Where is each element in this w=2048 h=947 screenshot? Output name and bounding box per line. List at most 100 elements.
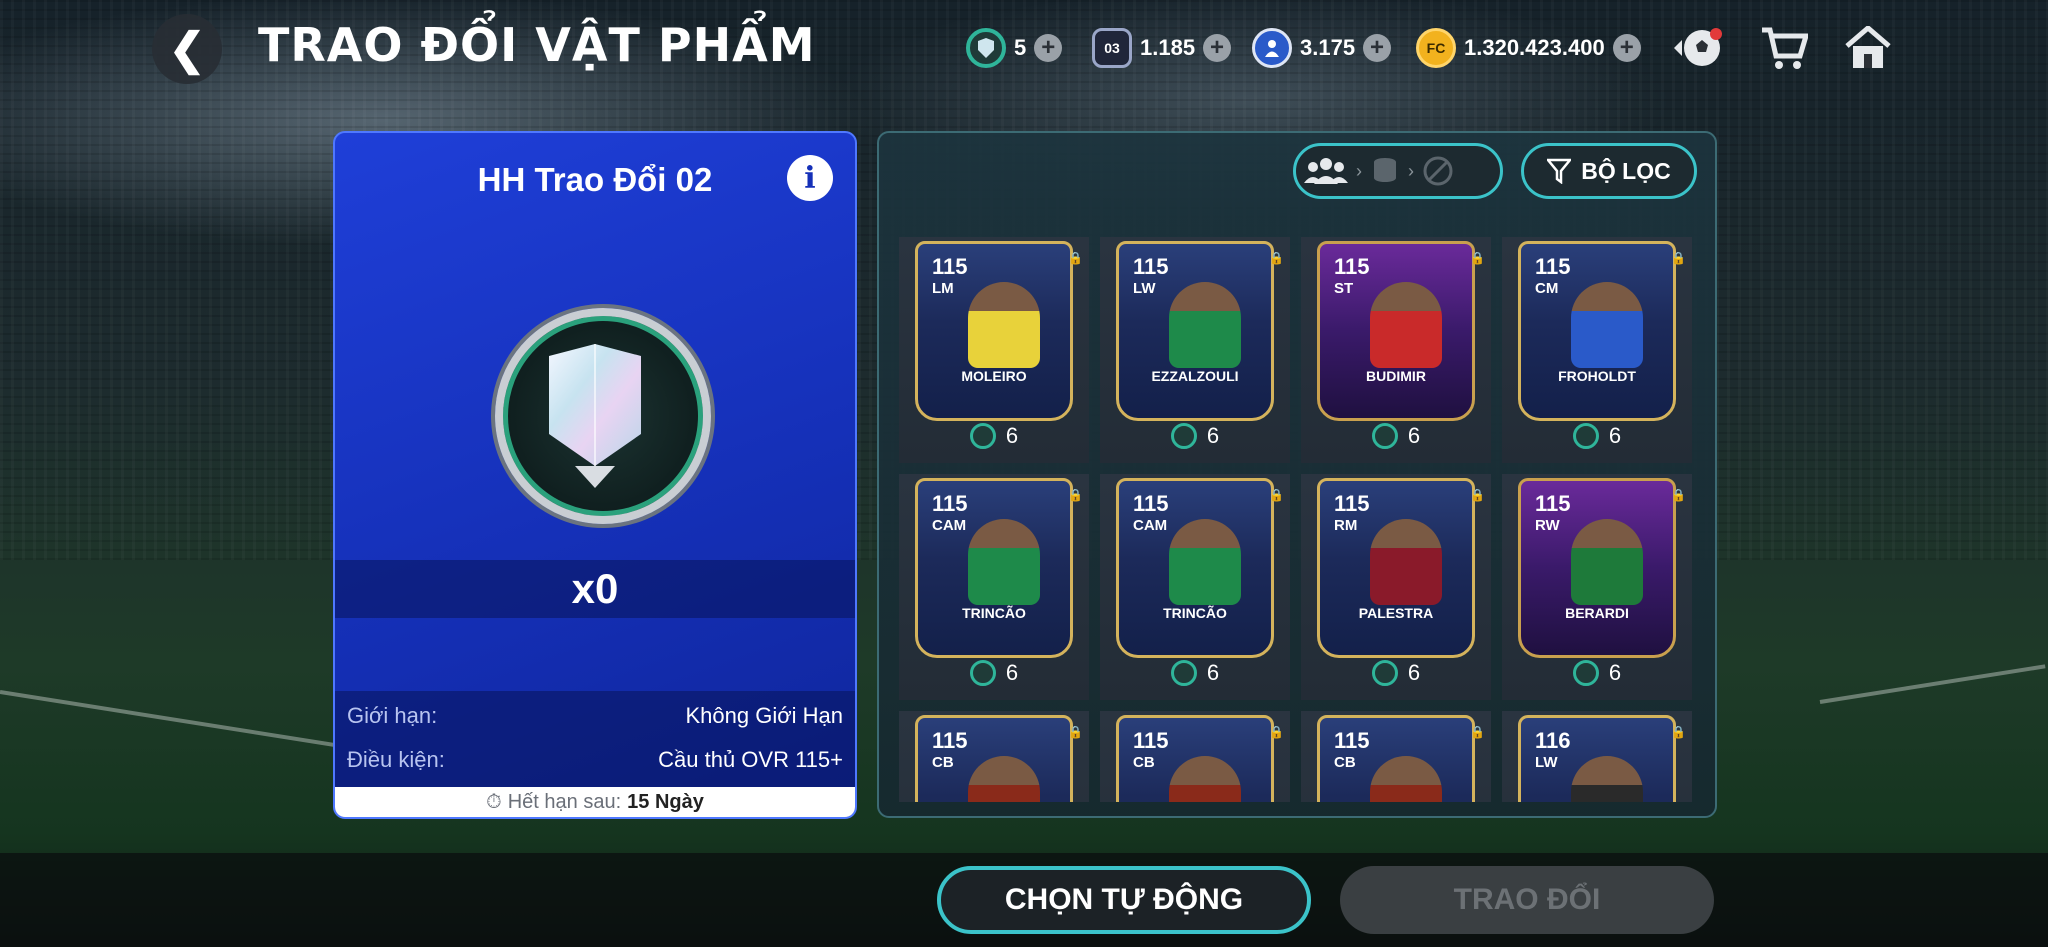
football-icon xyxy=(1674,28,1722,66)
cost-value: 6 xyxy=(1407,423,1421,448)
player-card: 115 CM FROHOLDT xyxy=(1518,241,1676,421)
player-portrait xyxy=(1571,756,1643,802)
filter-icon xyxy=(1547,158,1572,184)
home-icon xyxy=(1845,26,1891,68)
player-position: CM xyxy=(1535,280,1559,297)
expiry-label: Hết hạn sau: xyxy=(507,790,622,813)
player-ovr: 115 xyxy=(932,254,968,279)
info-button[interactable]: i xyxy=(787,155,833,201)
player-card-tile[interactable]: 115 RM PALESTRA 🔒 6 xyxy=(1301,474,1491,700)
player-card: 115 ST BUDIMIR xyxy=(1317,241,1475,421)
currency-value: 1.320.423.400 xyxy=(1464,35,1605,60)
exchange-cost: 6 xyxy=(1100,660,1290,686)
player-card-tile[interactable]: 116 LW 🔒 xyxy=(1502,711,1692,802)
cost-value: 6 xyxy=(1005,423,1019,448)
lock-icon: 🔒 xyxy=(1671,251,1686,265)
player-card: 115 RM PALESTRA xyxy=(1317,478,1475,658)
player-card-tile[interactable]: 115 CB 🔒 xyxy=(1301,711,1491,802)
exchange-cost: 6 xyxy=(1301,423,1491,449)
player-card-tile[interactable]: 115 CAM TRINCÃO 🔒 6 xyxy=(1100,474,1290,700)
player-name: FROHOLDT xyxy=(1558,368,1636,384)
filter-button[interactable]: BỘ LỌC xyxy=(1521,143,1697,199)
player-ovr: 115 xyxy=(1133,254,1169,279)
add-currency-button[interactable]: + xyxy=(1203,34,1232,62)
player-position: CB xyxy=(1133,754,1155,771)
player-card-tile[interactable]: 115 CM FROHOLDT 🔒 6 xyxy=(1502,237,1692,463)
player-card: 115 CB xyxy=(1317,715,1475,802)
player-position: CAM xyxy=(1133,517,1168,534)
shield-token-icon xyxy=(1371,423,1398,449)
currency-value: 1.185 xyxy=(1140,35,1196,60)
chip-03-icon: 03 xyxy=(1092,28,1132,68)
lock-icon: 🔒 xyxy=(1470,725,1485,739)
back-button[interactable]: ❮ xyxy=(152,14,222,84)
player-card-grid: 115 LM MOLEIRO 🔒 6 115 LW EZZALZOULI 🔒 6 115 ST BUDI… xyxy=(899,237,1695,802)
player-card-tile[interactable]: 115 CB 🔒 xyxy=(1100,711,1290,802)
player-portrait xyxy=(1370,756,1442,802)
player-card: 115 CB xyxy=(1116,715,1274,802)
player-position: CB xyxy=(932,754,954,771)
chevron-right-icon: › xyxy=(1356,160,1362,181)
condition-value: Cầu thủ OVR 115+ xyxy=(658,747,843,772)
player-name: BERARDI xyxy=(1565,605,1629,621)
shield-emblem-icon xyxy=(495,308,711,524)
shield-token-icon xyxy=(1572,423,1599,449)
player-portrait xyxy=(1169,756,1241,802)
add-currency-button[interactable]: + xyxy=(1363,34,1392,62)
page-title: TRAO ĐỔI VẬT PHẨM xyxy=(258,18,816,72)
player-portrait xyxy=(968,282,1040,368)
filter-label: BỘ LỌC xyxy=(1581,157,1671,184)
player-card-tile[interactable]: 115 LM MOLEIRO 🔒 6 xyxy=(899,237,1089,463)
player-name: TRINCÃO xyxy=(1163,605,1227,621)
lock-icon: 🔒 xyxy=(1068,488,1083,502)
database-icon xyxy=(1374,158,1396,182)
lock-icon: 🔒 xyxy=(1269,725,1284,739)
condition-label: Điều kiện: xyxy=(347,747,445,772)
player-card-tile[interactable]: 115 LW EZZALZOULI 🔒 6 xyxy=(1100,237,1290,463)
shield-token-icon xyxy=(969,660,996,686)
shield-token-icon xyxy=(1170,423,1197,449)
player-card: 115 LM MOLEIRO xyxy=(915,241,1073,421)
lock-icon: 🔒 xyxy=(1671,488,1686,502)
stopwatch-icon: ⏱ xyxy=(486,790,502,813)
player-card-tile[interactable]: 115 CB 🔒 xyxy=(899,711,1089,802)
auto-select-button[interactable]: CHỌN TỰ ĐỘNG xyxy=(937,866,1311,934)
fc-coin-icon: FC xyxy=(1416,28,1456,68)
exchange-item-panel: HH Trao Đổi 02 i x0 Giới hạn: Không Giới… xyxy=(333,131,857,819)
currency-value: 3.175 xyxy=(1300,35,1356,60)
player-card-tile[interactable]: 115 RW BERARDI 🔒 6 xyxy=(1502,474,1692,700)
player-card-tile[interactable]: 115 CAM TRINCÃO 🔒 6 xyxy=(899,474,1089,700)
exchange-cost: 6 xyxy=(1100,423,1290,449)
player-position: ST xyxy=(1334,280,1354,297)
lock-icon: 🔒 xyxy=(1068,725,1083,739)
player-name: PALESTRA xyxy=(1358,605,1434,621)
add-currency-button[interactable]: + xyxy=(1034,34,1063,62)
player-portrait xyxy=(1169,519,1241,605)
trade-button[interactable]: TRAO ĐỔI xyxy=(1340,866,1714,934)
add-currency-button[interactable]: + xyxy=(1612,34,1641,62)
item-count: x0 xyxy=(335,560,855,618)
shop-button[interactable] xyxy=(1756,20,1812,76)
info-icon: i xyxy=(804,160,816,196)
player-portrait xyxy=(1571,519,1643,605)
player-position: LM xyxy=(932,280,954,297)
football-menu-button[interactable] xyxy=(1670,20,1726,76)
home-button[interactable] xyxy=(1840,20,1896,76)
no-entry-icon xyxy=(1423,156,1453,186)
player-card-tile[interactable]: 115 ST BUDIMIR 🔒 6 xyxy=(1301,237,1491,463)
limit-row: Giới hạn: Không Giới Hạn xyxy=(347,703,843,729)
exchange-cost: 6 xyxy=(1502,660,1692,686)
cost-value: 6 xyxy=(1005,660,1019,685)
player-card: 116 LW xyxy=(1518,715,1676,802)
player-ovr: 115 xyxy=(932,728,968,753)
lock-icon: 🔒 xyxy=(1269,488,1284,502)
limit-value: Không Giới Hạn xyxy=(685,703,843,728)
lock-icon: 🔒 xyxy=(1269,251,1284,265)
lock-icon: 🔒 xyxy=(1068,251,1083,265)
currency-value: 5 xyxy=(1014,35,1027,60)
player-ovr: 115 xyxy=(1535,491,1571,516)
expiry-value: 15 Ngày xyxy=(627,790,704,813)
selection-mode-toggle[interactable]: › › xyxy=(1293,143,1503,199)
group-icon xyxy=(1304,158,1348,184)
player-card: 115 CAM TRINCÃO xyxy=(915,478,1073,658)
